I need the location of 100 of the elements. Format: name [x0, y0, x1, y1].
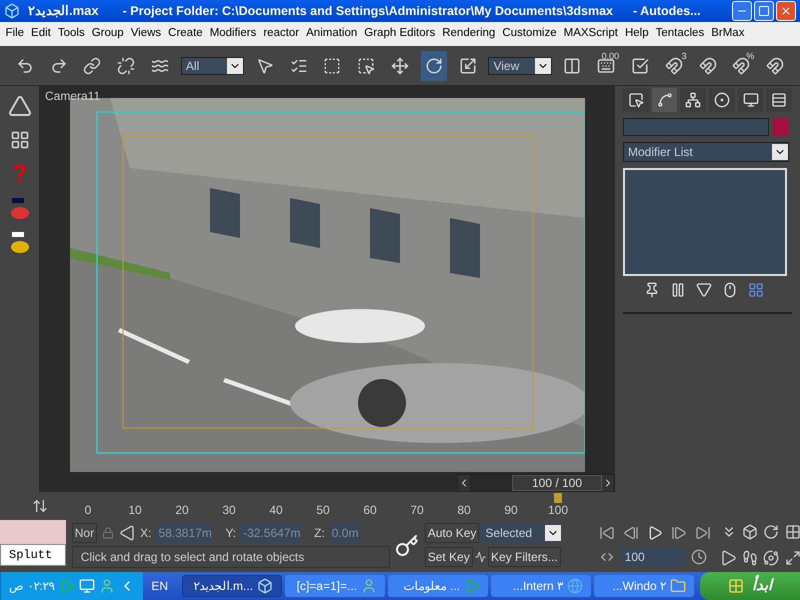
- menu-item[interactable]: BrMax: [708, 25, 748, 43]
- mode-button[interactable]: Nor: [72, 523, 98, 543]
- project-path: - Project Folder: C:\Documents and Settings\Administrator\My Documents\3dsmax: [122, 2, 613, 20]
- taskbar-button[interactable]: معلومات ...: [388, 575, 488, 597]
- taskbar-button[interactable]: ...Intern ٣: [491, 575, 591, 597]
- pyramid-icon: [8, 94, 32, 118]
- menu-item[interactable]: Customize: [498, 25, 560, 43]
- tick-label: 90: [504, 502, 518, 519]
- dropdown[interactable]: View: [488, 56, 552, 74]
- color-swatch[interactable]: [773, 118, 789, 136]
- grid-icon[interactable]: [784, 524, 800, 540]
- magnet-icon: [698, 56, 717, 74]
- maximize-icon[interactable]: [784, 550, 800, 566]
- set-key-button[interactable]: Set Key: [424, 547, 473, 567]
- listener-field[interactable]: Splutt: [0, 544, 66, 566]
- panel-tab[interactable]: [709, 88, 735, 112]
- grid-icon[interactable]: [748, 282, 764, 298]
- menu-item[interactable]: Tools: [54, 25, 88, 43]
- name-field[interactable]: [623, 118, 769, 136]
- link-icon: [83, 56, 102, 74]
- menu-item[interactable]: Graph Editors: [360, 25, 439, 43]
- tick-label: 70: [410, 502, 424, 519]
- dashed-square-icon: [323, 56, 342, 74]
- panel-tab[interactable]: [680, 88, 706, 112]
- menu-item[interactable]: Animation: [302, 25, 361, 43]
- pin-icon[interactable]: [644, 282, 660, 298]
- curve-icon[interactable]: [474, 549, 486, 565]
- viewport-label: Camera11: [45, 88, 100, 105]
- clock: ٠٢:٢٩ ص: [9, 578, 55, 595]
- windows-flag-icon: [728, 578, 744, 594]
- panel-tab[interactable]: [766, 88, 792, 112]
- cube-icon[interactable]: [742, 524, 758, 540]
- menu-item[interactable]: Edit: [28, 25, 54, 43]
- triangle-icon[interactable]: [720, 550, 737, 566]
- y-label: Y:: [225, 525, 236, 542]
- panel-tab[interactable]: [652, 88, 678, 112]
- key-icon[interactable]: [395, 534, 420, 558]
- arrows-icon[interactable]: [32, 498, 48, 514]
- orbit-icon[interactable]: [763, 550, 780, 566]
- panel-tab[interactable]: [623, 88, 649, 112]
- redo-icon: [50, 56, 68, 74]
- key-mode-dropdown[interactable]: Selected: [481, 524, 561, 542]
- menu-item[interactable]: reactor: [260, 25, 303, 43]
- dropdown[interactable]: All: [180, 56, 244, 74]
- auto-key-button[interactable]: Auto Key: [424, 523, 480, 543]
- minimize-button[interactable]: [732, 1, 752, 21]
- key-filters-button[interactable]: Key Filters...: [488, 547, 561, 567]
- app-name: - Autodes...: [633, 2, 701, 20]
- taskbar-button[interactable]: الجديد٢.m...: [182, 575, 282, 597]
- frame-marker[interactable]: [554, 493, 562, 503]
- rotate-icon[interactable]: [763, 524, 780, 540]
- modifier-dropdown[interactable]: Modifier List: [623, 142, 789, 162]
- dashed-square-pointer-icon: [357, 56, 376, 74]
- close-button[interactable]: [776, 1, 796, 21]
- pause-icon[interactable]: [670, 282, 686, 298]
- menu-item[interactable]: File: [2, 25, 28, 43]
- panel-tab[interactable]: [738, 88, 764, 112]
- folder-icon: [670, 578, 686, 594]
- menu-item[interactable]: Create: [164, 25, 206, 43]
- step-forward-icon[interactable]: [670, 525, 687, 541]
- z-label: Z:: [314, 525, 325, 542]
- curve-icon: [656, 92, 672, 108]
- menu-item[interactable]: Rendering: [438, 25, 499, 43]
- monitor-icon[interactable]: [79, 578, 96, 594]
- globe-icon: [567, 578, 583, 594]
- color-swatch[interactable]: [0, 520, 66, 544]
- tick-label: 80: [457, 502, 471, 519]
- tick-label: 0: [84, 502, 92, 519]
- user-icon: [361, 578, 377, 594]
- triangle-icon[interactable]: [696, 282, 712, 298]
- skip-back-icon[interactable]: [598, 525, 615, 541]
- tick-label: 50: [316, 502, 330, 519]
- slider-thumb[interactable]: 100 / 100: [512, 475, 602, 491]
- magnet-icon: [766, 56, 784, 74]
- frame-field[interactable]: 100: [620, 548, 685, 566]
- menu-item[interactable]: Modifiers: [206, 25, 260, 43]
- cube-icon: [4, 3, 20, 19]
- tool-label: %: [746, 50, 754, 60]
- taskbar-button[interactable]: [c]=a=1]=...: [285, 575, 385, 597]
- menu-item[interactable]: Group: [88, 25, 128, 43]
- menu-item[interactable]: MAXScript: [560, 25, 622, 43]
- toolbar-button[interactable]: %: [728, 50, 754, 80]
- taskbar-button[interactable]: ...Windo ٢: [594, 575, 694, 597]
- step-back-icon[interactable]: [622, 525, 639, 541]
- triangle-icon[interactable]: [119, 525, 136, 541]
- language-indicator[interactable]: EN: [143, 577, 176, 595]
- toolbar-button[interactable]: 3: [660, 50, 687, 80]
- footprints-icon[interactable]: [742, 550, 758, 566]
- rotate-icon: [424, 56, 443, 74]
- restore-button[interactable]: [754, 1, 774, 21]
- toolbar-button[interactable]: [420, 50, 447, 80]
- modifier-stack[interactable]: [623, 168, 787, 276]
- mouse-icon[interactable]: [722, 282, 738, 298]
- toolbar-button[interactable]: 0.00: [593, 50, 620, 80]
- menu-item[interactable]: Views: [127, 25, 165, 43]
- skip-forward-icon[interactable]: [694, 525, 711, 541]
- menu-item[interactable]: Tentacles: [652, 25, 708, 43]
- menu-item[interactable]: Help: [621, 25, 652, 43]
- play-icon[interactable]: [646, 525, 663, 541]
- clock-icon[interactable]: [690, 549, 707, 565]
